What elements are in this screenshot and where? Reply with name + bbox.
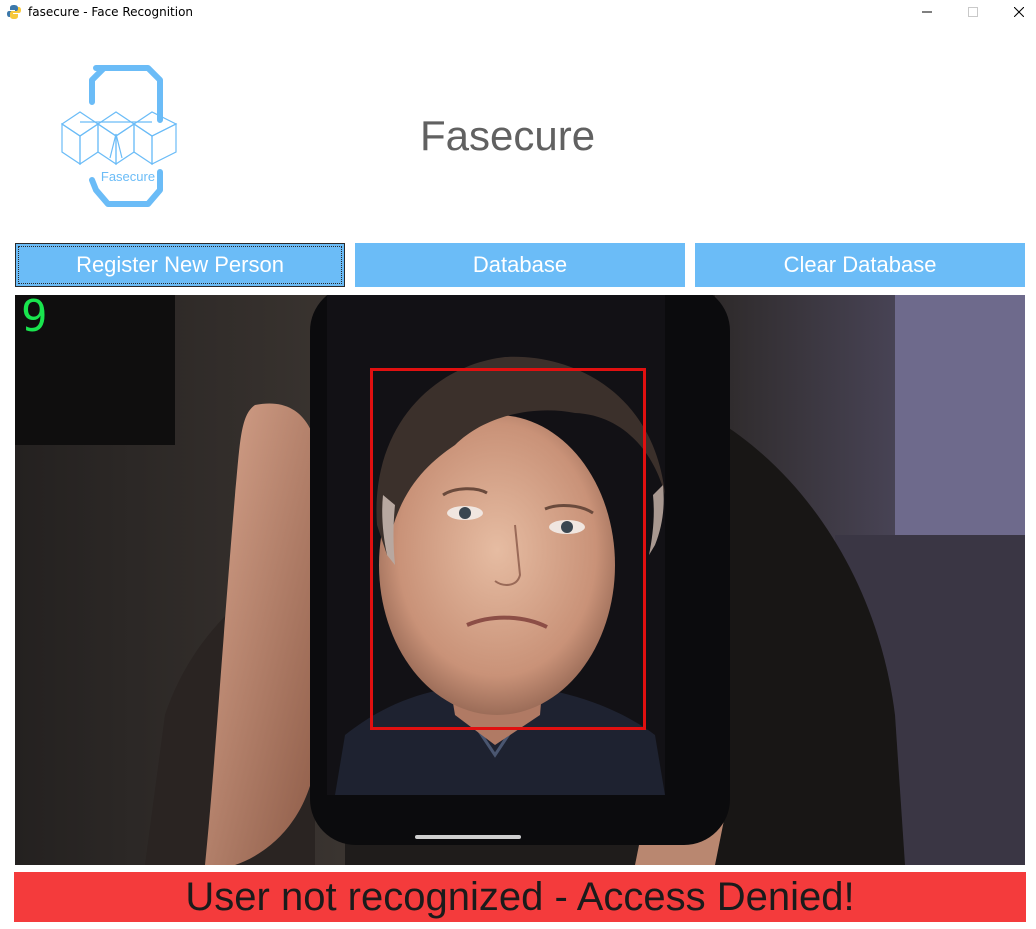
app-title: Fasecure: [420, 112, 596, 159]
minimize-icon[interactable]: [904, 0, 950, 24]
maximize-icon[interactable]: [950, 0, 996, 24]
window-title: fasecure - Face Recognition: [28, 5, 194, 19]
camera-feed: 9: [15, 295, 1025, 865]
python-app-icon: [7, 5, 21, 19]
frame-counter: 9: [21, 295, 48, 342]
logo-text: Fasecure: [101, 169, 155, 184]
face-detection-box: [370, 368, 646, 730]
title-bar: fasecure - Face Recognition: [0, 0, 1036, 24]
database-button[interactable]: Database: [355, 243, 685, 287]
clear-database-button[interactable]: Clear Database: [695, 243, 1025, 287]
access-status-banner: User not recognized - Access Denied!: [14, 872, 1026, 922]
fasecure-logo: Fasecure: [60, 65, 178, 207]
register-new-person-button[interactable]: Register New Person: [15, 243, 345, 287]
close-icon[interactable]: [996, 0, 1036, 24]
